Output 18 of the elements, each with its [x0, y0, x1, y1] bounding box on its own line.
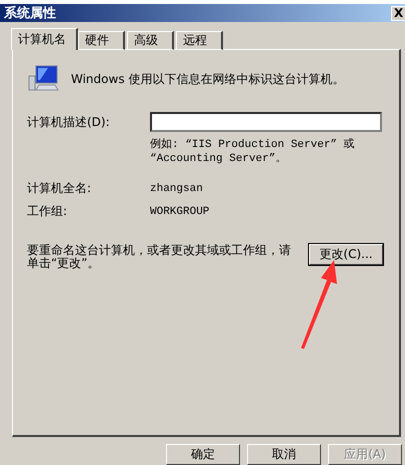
field-label: 工作组: [27, 203, 68, 220]
tab[interactable]: 高级 [127, 31, 174, 50]
tab[interactable]: 硬件 [78, 31, 125, 50]
field-label: 计算机描述(D): [27, 114, 111, 131]
computer-name: zhangsan [150, 182, 204, 195]
rename-text: 要重命名这台计算机，或者更改其域或工作组，请单击“更改”。 [27, 244, 292, 270]
change-button[interactable]: 更改(C)... [309, 244, 383, 266]
tab[interactable]: 远程 [176, 31, 223, 50]
dialog-button[interactable]: 确定 [166, 444, 240, 465]
dialog-button[interactable]: 取消 [247, 444, 321, 465]
workgroup-name: WORKGROUP [150, 206, 210, 218]
window-title: 系统属性 [4, 4, 56, 22]
intro-text: Windows 使用以下信息在网络中标识这台计算机。 [71, 70, 344, 88]
tab[interactable]: 计算机名 [11, 28, 78, 50]
example-text: 例如: “IIS Production Server” 或 “Accounting Server”。 [150, 138, 356, 166]
description-field[interactable] [150, 112, 382, 132]
field-label: 计算机全名: [27, 180, 92, 198]
close-button[interactable]: X [391, 6, 405, 21]
